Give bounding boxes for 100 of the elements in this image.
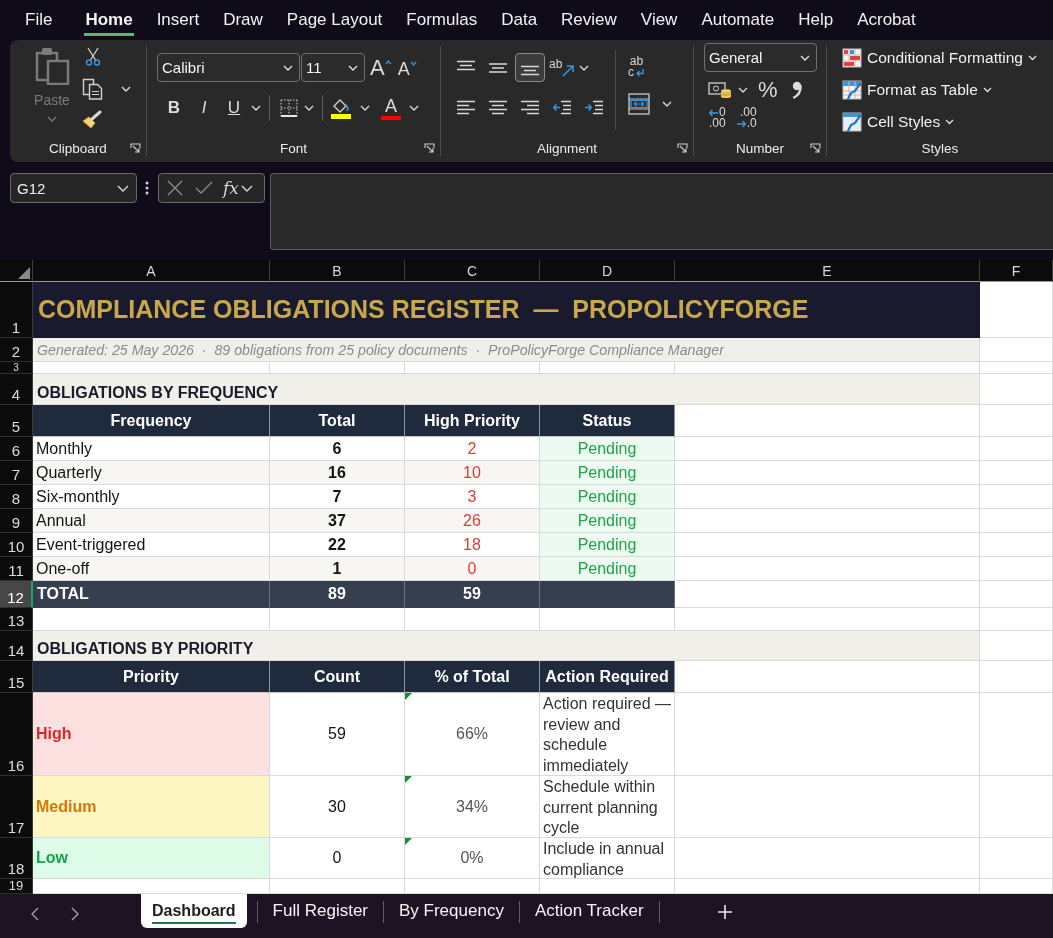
sheet-tab[interactable]: Dashboard bbox=[141, 894, 247, 928]
sheet-tab[interactable]: Full Register bbox=[257, 894, 383, 928]
shrink-font-button[interactable]: A bbox=[397, 54, 417, 81]
menu-tab[interactable]: Page Layout bbox=[274, 0, 395, 40]
table-header-cell: % of Total bbox=[405, 661, 540, 693]
bold-button[interactable]: B bbox=[159, 96, 189, 120]
font-size-dropdown[interactable]: 11 bbox=[301, 53, 365, 82]
group-label: Font bbox=[280, 140, 307, 156]
menu-tab[interactable]: Formulas bbox=[394, 0, 490, 40]
caret-icon[interactable] bbox=[360, 105, 370, 111]
font-color-button[interactable]: A bbox=[381, 96, 401, 120]
menu-tab[interactable]: Acrobat bbox=[845, 0, 928, 40]
menu-tab[interactable]: Insert bbox=[144, 0, 212, 40]
check-icon[interactable] bbox=[195, 181, 213, 195]
row-header[interactable]: 14 bbox=[0, 631, 33, 661]
decrease-decimal-button[interactable]: .00 .0 bbox=[735, 107, 757, 129]
banknote-coins-icon[interactable] bbox=[708, 81, 732, 99]
row-header[interactable]: 17 bbox=[0, 776, 33, 838]
table-cell: 2 bbox=[405, 437, 540, 461]
copy-icon[interactable] bbox=[82, 78, 103, 100]
row-header[interactable]: 6 bbox=[0, 437, 33, 461]
row-header[interactable]: 9 bbox=[0, 509, 33, 533]
caret-icon[interactable] bbox=[579, 64, 590, 71]
menu-tab[interactable]: View bbox=[628, 0, 690, 40]
title-cell: COMPLIANCE OBLIGATIONS REGISTER — PROPOLICYFORGE bbox=[33, 282, 980, 338]
increase-decimal-button[interactable]: 0 .00 bbox=[708, 107, 726, 129]
caret-icon[interactable] bbox=[121, 86, 131, 92]
table-cell: Annual bbox=[33, 509, 270, 533]
menu-tab[interactable]: Review bbox=[549, 0, 629, 40]
wrap-text-button[interactable]: ab c bbox=[628, 56, 645, 78]
status-cell: Pending bbox=[540, 485, 675, 509]
paint-brush-icon[interactable] bbox=[82, 110, 103, 129]
menu-tab[interactable]: Automate bbox=[689, 0, 787, 40]
conditional-styles-button[interactable]: Conditional Formatting bbox=[842, 46, 1037, 70]
row-header[interactable]: 19 bbox=[0, 879, 33, 894]
caret-icon[interactable] bbox=[304, 105, 314, 111]
row-header[interactable]: 1 bbox=[0, 282, 33, 338]
formula-input-field[interactable] bbox=[270, 173, 1053, 250]
row-header[interactable]: 16 bbox=[0, 693, 33, 776]
menu-tab[interactable]: File bbox=[13, 0, 65, 40]
dialog-launcher-icon[interactable] bbox=[130, 142, 141, 154]
font-name-dropdown[interactable]: Calibri bbox=[157, 53, 300, 82]
dialog-launcher-icon[interactable] bbox=[424, 142, 435, 154]
add-sheet-icon[interactable] bbox=[717, 905, 732, 919]
chevron-left-icon[interactable] bbox=[31, 907, 39, 921]
caret-icon[interactable] bbox=[738, 87, 748, 93]
row-header[interactable]: 8 bbox=[0, 485, 33, 509]
percent-style-button[interactable]: % bbox=[758, 79, 778, 101]
comma-icon[interactable] bbox=[791, 81, 802, 99]
menu-tab[interactable]: Help bbox=[786, 0, 846, 40]
orientation-button[interactable]: ab bbox=[549, 58, 575, 77]
insert-function-button[interactable]: fx bbox=[223, 178, 239, 198]
caret-icon[interactable] bbox=[409, 105, 419, 111]
chevron-right-icon[interactable] bbox=[71, 907, 79, 921]
menu-tab[interactable]: Draw bbox=[211, 0, 275, 40]
italic-button[interactable]: I bbox=[189, 96, 219, 120]
corner-triangle-icon[interactable] bbox=[405, 838, 412, 845]
corner-triangle-icon[interactable] bbox=[405, 693, 412, 700]
row-header[interactable]: 3 bbox=[0, 362, 33, 374]
number-format-dropdown[interactable]: General bbox=[704, 43, 817, 72]
dialog-launcher-icon[interactable] bbox=[677, 142, 688, 154]
menu-tab[interactable]: Data bbox=[489, 0, 550, 40]
caret-icon[interactable] bbox=[662, 101, 672, 107]
dialog-launcher-icon[interactable] bbox=[810, 142, 821, 154]
dotted-grid-icon[interactable] bbox=[280, 99, 298, 117]
row-header[interactable]: 5 bbox=[0, 405, 33, 437]
more-options-icon[interactable] bbox=[145, 181, 149, 195]
row-header[interactable]: 15 bbox=[0, 661, 33, 693]
merge-cells-icon[interactable] bbox=[628, 93, 650, 115]
decrease-indent-icon[interactable] bbox=[552, 99, 572, 116]
row-header[interactable]: 13 bbox=[0, 608, 33, 631]
sheet-tab[interactable]: By Frequency bbox=[384, 894, 519, 928]
caret-icon[interactable] bbox=[251, 105, 261, 111]
align-bottom-button[interactable] bbox=[515, 53, 545, 82]
row-header[interactable]: 2 bbox=[0, 338, 33, 362]
cell-styles-button[interactable]: Cell Styles bbox=[842, 110, 955, 134]
row-header[interactable]: 11 bbox=[0, 557, 33, 581]
paint-bucket-icon[interactable] bbox=[330, 97, 352, 119]
sheet-tab[interactable]: Action Tracker bbox=[519, 894, 659, 928]
row-header[interactable]: 10 bbox=[0, 533, 33, 557]
scissors-icon[interactable] bbox=[85, 47, 101, 66]
row-header[interactable]: 7 bbox=[0, 461, 33, 485]
corner-triangle-icon[interactable] bbox=[405, 776, 412, 783]
align-left-icon[interactable] bbox=[456, 99, 476, 116]
select-all-icon[interactable] bbox=[18, 267, 30, 279]
percent-value: 34% bbox=[456, 797, 488, 816]
name-box[interactable]: G12 bbox=[10, 173, 137, 203]
align-right-icon[interactable] bbox=[520, 99, 540, 116]
align-center-icon[interactable] bbox=[488, 99, 508, 116]
underline-button[interactable]: U bbox=[219, 96, 249, 120]
table-cell: 10 bbox=[405, 461, 540, 485]
row-header[interactable]: 4 bbox=[0, 374, 33, 405]
cancel-icon[interactable] bbox=[167, 180, 183, 196]
row-header[interactable]: 18 bbox=[0, 838, 33, 879]
row-header[interactable]: 12 bbox=[0, 581, 33, 608]
table-styles-button[interactable]: Format as Table bbox=[842, 78, 992, 102]
table-cell: 18 bbox=[405, 533, 540, 557]
increase-indent-icon[interactable] bbox=[584, 99, 604, 116]
grow-font-button[interactable]: A bbox=[370, 55, 392, 80]
caret-icon[interactable] bbox=[240, 184, 253, 192]
